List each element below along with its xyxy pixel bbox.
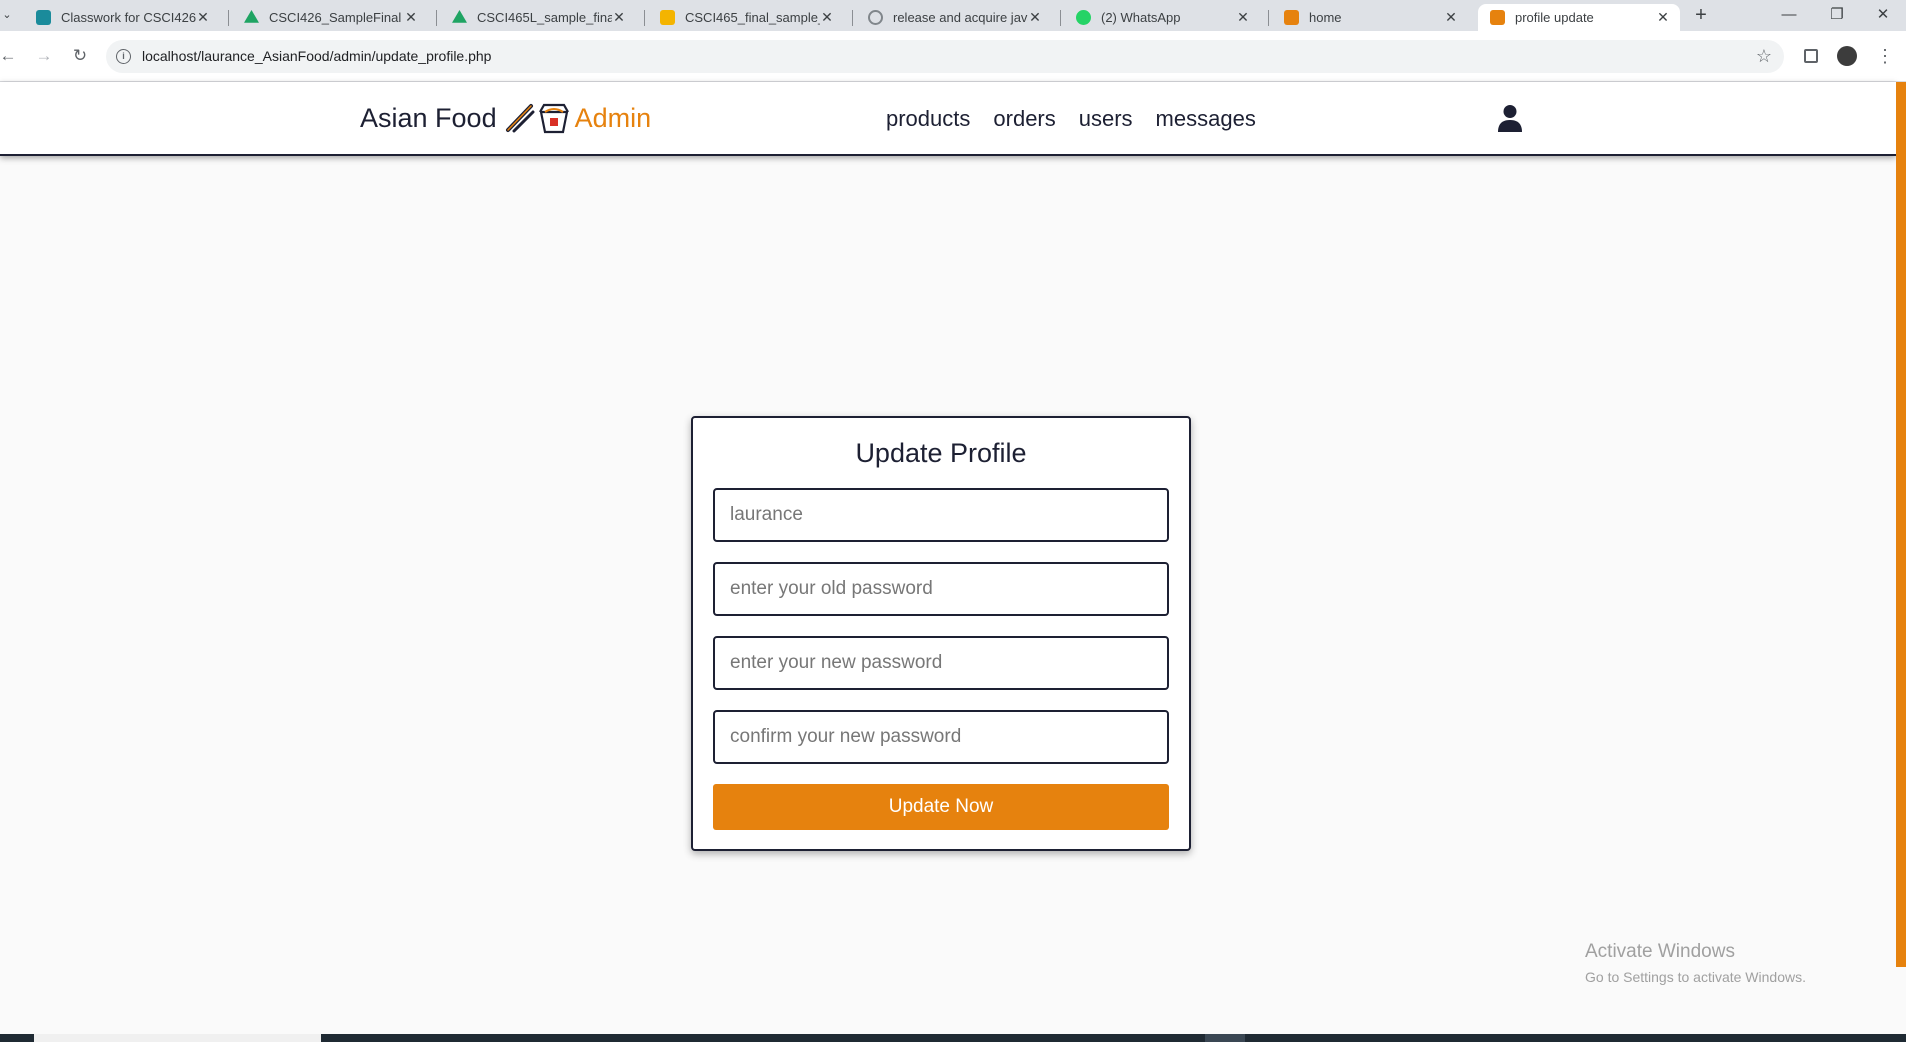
- address-url[interactable]: localhost/laurance_AsianFood/admin/updat…: [142, 48, 491, 64]
- new-password-field[interactable]: [713, 636, 1169, 690]
- tab-title: profile update: [1515, 10, 1594, 25]
- brand-accent: Admin: [574, 102, 652, 133]
- update-profile-form: Update Profile Update Now: [691, 416, 1191, 851]
- user-icon[interactable]: [1498, 104, 1522, 132]
- tab-close-icon[interactable]: ✕: [820, 9, 834, 26]
- tab-close-icon[interactable]: ✕: [404, 9, 418, 26]
- tab-title: (2) WhatsApp: [1101, 10, 1181, 25]
- main-nav: products orders users messages: [886, 106, 1256, 132]
- browser-tab[interactable]: release and acquire java - ✕: [846, 4, 1052, 31]
- classroom-favicon-icon: [36, 10, 51, 25]
- whatsapp-favicon-icon: [1076, 10, 1091, 25]
- tab-close-icon[interactable]: ✕: [1028, 9, 1042, 26]
- brand-logo-link[interactable]: Asian Food Admin: [360, 102, 651, 134]
- tab-title: home: [1309, 10, 1342, 25]
- browser-tab[interactable]: CSCI426_SampleFinal Exa ✕: [222, 4, 428, 31]
- tab-close-icon[interactable]: ✕: [196, 9, 210, 26]
- bookmark-star-icon[interactable]: ☆: [1756, 46, 1772, 67]
- tab-title: CSCI426_SampleFinal Exa: [269, 10, 404, 25]
- new-tab-button[interactable]: +: [1690, 4, 1712, 26]
- page-scrollbar[interactable]: [1896, 82, 1906, 967]
- tab-close-icon[interactable]: ✕: [1444, 9, 1458, 26]
- minimize-icon[interactable]: —: [1774, 4, 1804, 26]
- forward-arrow-icon[interactable]: →: [32, 44, 56, 68]
- side-panel-icon[interactable]: [1804, 49, 1818, 63]
- nav-orders[interactable]: orders: [993, 106, 1055, 132]
- browser-toolbar: ← → ↻ i localhost/laurance_AsianFood/adm…: [0, 31, 1906, 82]
- reload-icon[interactable]: ↻: [68, 44, 92, 68]
- tab-search-chevron-icon[interactable]: ⌄: [0, 6, 14, 24]
- watermark-line1: Activate Windows: [1585, 941, 1735, 962]
- restore-icon[interactable]: ❐: [1822, 4, 1852, 26]
- windows-taskbar: [0, 1034, 1906, 1042]
- site-info-icon[interactable]: i: [116, 49, 131, 64]
- tab-close-icon[interactable]: ✕: [1656, 9, 1670, 26]
- old-password-field[interactable]: [713, 562, 1169, 616]
- profile-avatar-icon[interactable]: [1837, 46, 1857, 66]
- confirm-password-field[interactable]: [713, 710, 1169, 764]
- back-arrow-icon[interactable]: ←: [0, 44, 20, 68]
- brand-name: Asian Food: [360, 102, 497, 133]
- globe-favicon-icon: [868, 10, 883, 25]
- windows-activation-watermark: Activate Windows Go to Settings to activ…: [1585, 941, 1806, 985]
- browser-tab[interactable]: (2) WhatsApp ✕: [1054, 4, 1260, 31]
- username-field[interactable]: [713, 488, 1169, 542]
- browser-tab[interactable]: Classwork for CSCI426- A ✕: [14, 4, 220, 31]
- taskbar-item[interactable]: [1205, 1034, 1245, 1042]
- tab-close-icon[interactable]: ✕: [612, 9, 626, 26]
- browser-tab-bar: ⌄ Classwork for CSCI426- A ✕ CSCI426_Sam…: [0, 0, 1906, 31]
- update-now-button[interactable]: Update Now: [713, 784, 1169, 830]
- xampp-favicon-icon: [1284, 10, 1299, 25]
- nav-users[interactable]: users: [1079, 106, 1133, 132]
- tab-title: release and acquire java -: [893, 10, 1028, 25]
- nav-messages[interactable]: messages: [1156, 106, 1256, 132]
- form-title: Update Profile: [855, 438, 1027, 468]
- slides-favicon-icon: [660, 10, 675, 25]
- browser-tab-active[interactable]: profile update ✕: [1478, 4, 1680, 31]
- tab-title: CSCI465_final_sample_sol: [685, 10, 820, 25]
- drive-favicon-icon: [244, 10, 259, 23]
- browser-tab[interactable]: CSCI465_final_sample_sol ✕: [638, 4, 844, 31]
- tab-close-icon[interactable]: ✕: [1236, 9, 1250, 26]
- browser-menu-icon[interactable]: ⋮: [1874, 45, 1896, 67]
- tab-title: CSCI465L_sample_final.do: [477, 10, 612, 25]
- taskbar-search-box[interactable]: [34, 1034, 321, 1042]
- drive-favicon-icon: [452, 10, 467, 23]
- nav-products[interactable]: products: [886, 106, 970, 132]
- watermark-line2: Go to Settings to activate Windows.: [1585, 969, 1806, 985]
- browser-tab[interactable]: home ✕: [1262, 4, 1468, 31]
- site-header: Asian Food Admin products orders users m…: [0, 82, 1896, 156]
- chopsticks-noodle-box-icon: [503, 102, 569, 134]
- xampp-favicon-icon: [1490, 10, 1505, 25]
- browser-tab[interactable]: CSCI465L_sample_final.do ✕: [430, 4, 636, 31]
- tab-title: Classwork for CSCI426- A: [61, 10, 196, 25]
- address-bar[interactable]: i localhost/laurance_AsianFood/admin/upd…: [106, 40, 1784, 73]
- window-close-icon[interactable]: ✕: [1868, 4, 1898, 26]
